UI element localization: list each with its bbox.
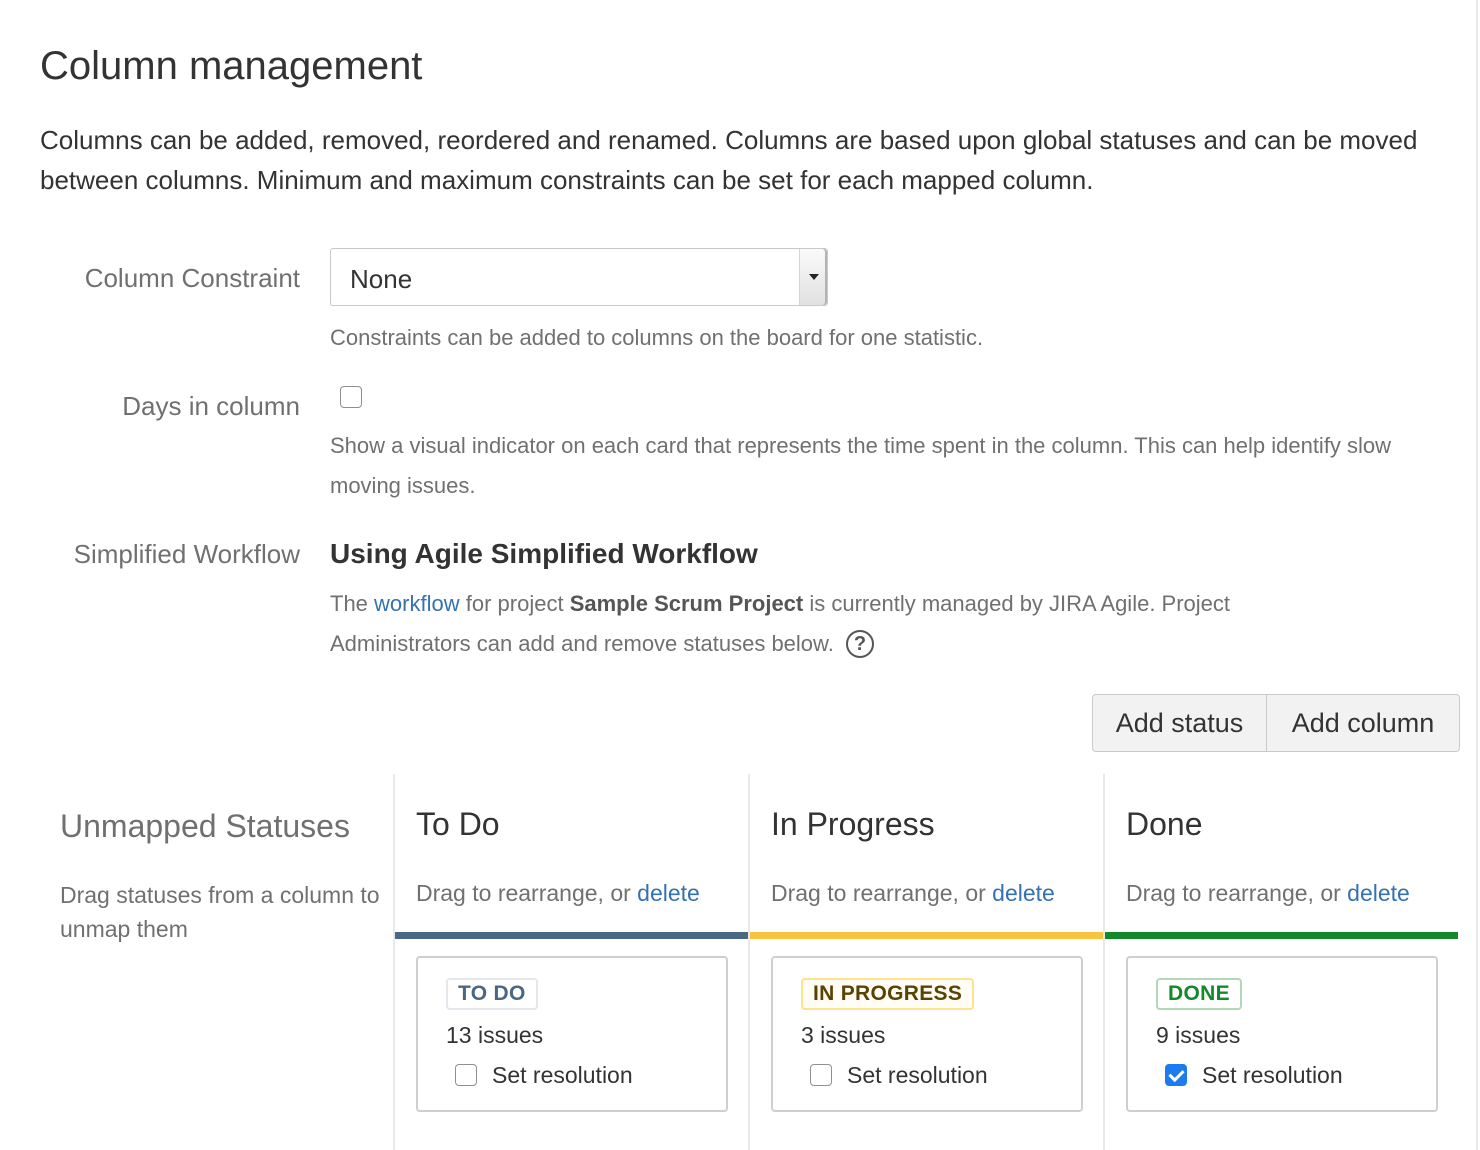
column-constraint-label: Column Constraint: [84, 263, 300, 293]
set-resolution-label: Set resolution: [492, 1062, 633, 1088]
column-name-in-progress[interactable]: In Progress: [771, 806, 935, 843]
column-constraint-help: Constraints can be added to columns on t…: [330, 325, 984, 350]
status-card-done[interactable]: DONE 9 issues Set resolution: [1126, 956, 1438, 1112]
delete-column-link[interactable]: delete: [992, 880, 1055, 906]
page-title: Column management: [40, 44, 423, 88]
column-divider: [393, 774, 395, 1150]
column-drag-hint: Drag to rearrange, or delete: [416, 880, 700, 907]
add-column-button[interactable]: Add column: [1267, 694, 1460, 752]
column-divider: [1103, 774, 1105, 1150]
set-resolution-checkbox[interactable]: [1165, 1064, 1187, 1086]
drag-hint-text: Drag to rearrange, or: [1126, 880, 1341, 906]
right-divider: [1476, 0, 1478, 1150]
column-drag-hint: Drag to rearrange, or delete: [771, 880, 1055, 907]
set-resolution-checkbox[interactable]: [810, 1064, 832, 1086]
delete-column-link[interactable]: delete: [1347, 880, 1410, 906]
set-resolution-label: Set resolution: [847, 1062, 988, 1088]
workflow-link[interactable]: workflow: [374, 591, 460, 616]
status-card-in-progress[interactable]: IN PROGRESS 3 issues Set resolution: [771, 956, 1083, 1112]
set-resolution-checkbox[interactable]: [455, 1064, 477, 1086]
column-name-done[interactable]: Done: [1126, 806, 1203, 843]
column-drag-hint: Drag to rearrange, or delete: [1126, 880, 1410, 907]
question-circle-icon[interactable]: ?: [845, 630, 874, 659]
workflow-desc-mid: for project: [465, 591, 564, 616]
days-in-column-checkbox[interactable]: [340, 386, 362, 408]
workflow-description: The workflow for project Sample Scrum Pr…: [330, 584, 1340, 664]
workflow-desc-prefix: The: [330, 591, 368, 616]
add-status-button[interactable]: Add status: [1092, 694, 1267, 752]
status-lozenge: IN PROGRESS: [801, 978, 975, 1010]
page-intro: Columns can be added, removed, reordered…: [40, 125, 1418, 195]
column-color-bar: [395, 932, 748, 939]
issue-count: 3 issues: [801, 1022, 886, 1048]
status-card-to-do[interactable]: TO DO 13 issues Set resolution: [416, 956, 728, 1112]
issue-count: 9 issues: [1156, 1022, 1241, 1048]
chevron-down-icon[interactable]: [799, 249, 827, 305]
column-constraint-select[interactable]: None: [330, 248, 828, 306]
drag-hint-text: Drag to rearrange, or: [416, 880, 631, 906]
days-in-column-label: Days in column: [122, 391, 300, 421]
set-resolution-label: Set resolution: [1202, 1062, 1343, 1088]
column-color-bar: [1105, 932, 1458, 939]
days-in-column-help: Show a visual indicator on each card tha…: [330, 433, 1392, 498]
unmapped-statuses-description: Drag statuses from a column to unmap the…: [60, 882, 380, 942]
action-button-group: Add status Add column: [1092, 694, 1460, 752]
column-color-bar: [750, 932, 1103, 939]
simplified-workflow-label: Simplified Workflow: [73, 539, 300, 569]
unmapped-statuses-title: Unmapped Statuses: [60, 808, 350, 844]
status-lozenge: TO DO: [446, 978, 538, 1010]
column-name-to-do[interactable]: To Do: [416, 806, 500, 843]
column-divider: [748, 774, 750, 1150]
drag-hint-text: Drag to rearrange, or: [771, 880, 986, 906]
status-lozenge: DONE: [1156, 978, 1242, 1010]
delete-column-link[interactable]: delete: [637, 880, 700, 906]
column-constraint-value: None: [350, 264, 413, 294]
issue-count: 13 issues: [446, 1022, 544, 1048]
workflow-title: Using Agile Simplified Workflow: [330, 538, 758, 569]
project-name: Sample Scrum Project: [569, 591, 804, 616]
